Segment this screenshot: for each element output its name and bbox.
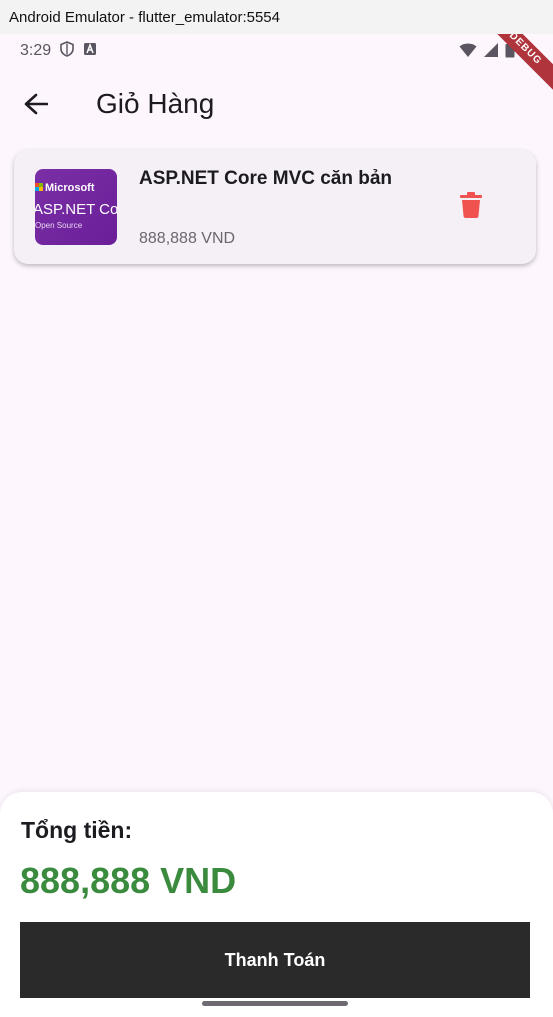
microsoft-logo-icon — [35, 183, 43, 191]
wifi-icon — [459, 42, 477, 63]
thumbnail-headline: ASP.NET Cor — [35, 201, 117, 218]
total-label: Tổng tiền: — [21, 817, 133, 843]
window-titlebar: Android Emulator - flutter_emulator:5554 — [0, 0, 553, 34]
cart-item-card: Microsoft ASP.NET Cor Open Source ASP.NE… — [14, 150, 536, 264]
checkout-button[interactable]: Thanh Toán — [20, 922, 530, 998]
phone-screen: 3:29 DEBUG Giỏ Hàng Microsoft ASP.NET Co… — [0, 34, 553, 1017]
cellular-signal-icon — [483, 42, 499, 63]
back-button[interactable] — [20, 90, 52, 122]
delete-item-button[interactable] — [457, 191, 485, 223]
status-bar: 3:29 DEBUG — [0, 34, 553, 98]
total-value: 888,888 VND — [20, 860, 237, 901]
shield-icon — [59, 40, 75, 62]
notification-a-icon — [83, 42, 97, 61]
trash-icon — [460, 191, 482, 223]
app-bar: Giỏ Hàng — [0, 68, 553, 144]
page-title: Giỏ Hàng — [96, 88, 215, 119]
thumbnail-caption: Open Source — [35, 221, 83, 230]
cart-item-price: 888,888 VND — [139, 230, 236, 247]
status-time: 3:29 — [20, 42, 52, 59]
cart-item-name: ASP.NET Core MVC căn bản — [139, 168, 393, 189]
thumbnail-brand: Microsoft — [45, 182, 95, 194]
arrow-back-icon — [24, 93, 49, 120]
checkout-panel: Tổng tiền: 888,888 VND Thanh Toán — [0, 792, 553, 1017]
window-title: Android Emulator - flutter_emulator:5554 — [9, 8, 280, 26]
course-thumbnail: Microsoft ASP.NET Cor Open Source — [35, 169, 117, 245]
home-indicator[interactable] — [202, 1001, 348, 1006]
